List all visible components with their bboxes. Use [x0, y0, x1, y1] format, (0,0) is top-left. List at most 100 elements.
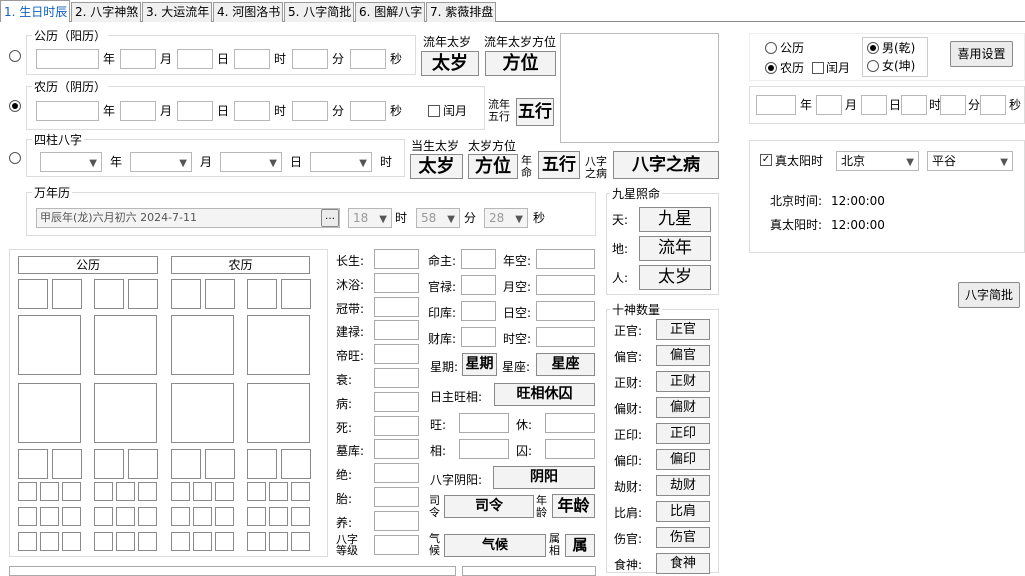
changsheng-label: 养:	[336, 515, 353, 530]
sizhu-hour-select[interactable]: ▼	[310, 152, 372, 172]
gregorian-day-input[interactable]	[177, 49, 213, 69]
lunar-hour-input[interactable]	[234, 101, 270, 121]
shishen-value[interactable]: 正财	[656, 371, 710, 392]
tab-tujie-bazi[interactable]: 6. 图解八字	[355, 2, 425, 22]
shishen-value[interactable]: 偏官	[656, 345, 710, 366]
wannianli-minute-value: 58	[421, 211, 437, 225]
bottom-mid-bar	[462, 566, 596, 576]
shishen-value[interactable]: 劫财	[656, 475, 710, 496]
liunian-taisui-button[interactable]: 太岁	[421, 51, 479, 76]
niankong-value	[536, 249, 595, 269]
right-nongli-radio[interactable]	[765, 62, 777, 74]
right-year-input[interactable]	[756, 95, 796, 115]
bazi-bing-button[interactable]: 八字之病	[613, 151, 719, 179]
wangxiang-value[interactable]: 旺相休囚	[494, 383, 595, 406]
gregorian-minute-input[interactable]	[292, 49, 328, 69]
gregorian-month-input[interactable]	[120, 49, 156, 69]
hidden-stem-cell	[94, 507, 113, 526]
shuxiang-value[interactable]: 属	[565, 534, 595, 557]
district-select[interactable]: 平谷 ▼	[927, 151, 1013, 171]
month-label: 月	[160, 104, 173, 118]
leap-month-checkbox[interactable]	[428, 105, 440, 117]
sizhu-day-select[interactable]: ▼	[220, 152, 282, 172]
gregorian-second-input[interactable]	[350, 49, 386, 69]
wannianli-second-select[interactable]: 28 ▼	[484, 208, 528, 228]
shishen-value[interactable]: 正印	[656, 423, 710, 444]
pillar-small-cell	[18, 449, 48, 479]
year-label: 年	[110, 155, 123, 169]
year-label: 年	[103, 52, 116, 66]
gregorian-year-input[interactable]	[36, 49, 99, 69]
shishen-value[interactable]: 伤官	[656, 527, 710, 548]
female-radio[interactable]	[867, 60, 879, 72]
age-value[interactable]: 年龄	[552, 494, 595, 518]
lunar-minute-input[interactable]	[292, 101, 328, 121]
tab-bazi-jianpi[interactable]: 5. 八字简批	[284, 2, 354, 22]
lunar-year-input[interactable]	[36, 101, 99, 121]
wannianli-date-input[interactable]: 甲辰年(龙)六月初六 2024-7-11	[36, 208, 340, 228]
yinyang-label: 八字阴阳:	[430, 473, 483, 487]
shishen-value[interactable]: 偏财	[656, 397, 710, 418]
xingqi-value[interactable]: 星期	[462, 353, 497, 376]
liunian-wuxing-button[interactable]: 五行	[516, 98, 554, 126]
city-select[interactable]: 北京 ▼	[836, 151, 919, 171]
dangsheng-taisui-button[interactable]: 太岁	[410, 154, 463, 179]
wannianli-date-picker-button[interactable]: …	[321, 209, 339, 227]
changsheng-value	[374, 487, 419, 507]
male-label: 男(乾)	[882, 41, 916, 55]
year-label: 年	[800, 98, 813, 112]
nianming-wuxing-button[interactable]: 五行	[538, 151, 580, 179]
tab-birth-time[interactable]: 1. 生日时辰	[0, 0, 70, 22]
right-gongli-radio[interactable]	[765, 42, 777, 54]
jiuxing-tian-value[interactable]: 九星	[639, 207, 711, 232]
changsheng-label: 帝旺:	[336, 349, 365, 364]
right-month-input[interactable]	[816, 95, 842, 115]
changsheng-value	[374, 368, 419, 388]
right-minute-input[interactable]	[940, 95, 966, 115]
rikong-value	[536, 301, 595, 321]
lunar-month-input[interactable]	[120, 101, 156, 121]
siling-value[interactable]: 司令	[444, 495, 534, 518]
lunar-radio[interactable]	[9, 100, 21, 112]
tab-hetu-luoshu[interactable]: 4. 河图洛书	[213, 2, 283, 22]
sizhu-month-select[interactable]: ▼	[130, 152, 192, 172]
jiuxing-ren-value[interactable]: 太岁	[639, 265, 711, 290]
info-panel	[560, 33, 719, 143]
lunar-second-input[interactable]	[350, 101, 386, 121]
hidden-stem-cell	[247, 532, 266, 551]
right-day-input[interactable]	[861, 95, 887, 115]
shishen-value[interactable]: 比肩	[656, 501, 710, 522]
preferences-button[interactable]: 喜用设置	[950, 41, 1013, 67]
qihou-value[interactable]: 气候	[444, 534, 546, 557]
jiuxing-di-value[interactable]: 流年	[639, 236, 711, 261]
sizhu-radio[interactable]	[9, 152, 21, 164]
wannianli-minute-select[interactable]: 58 ▼	[416, 208, 460, 228]
solar-time-checkbox[interactable]: ✓	[760, 154, 772, 166]
xiu-label: 休:	[516, 418, 533, 432]
right-second-input[interactable]	[980, 95, 1006, 115]
liunian-fangwei-button[interactable]: 方位	[485, 51, 556, 76]
sizhu-year-select[interactable]: ▼	[40, 152, 102, 172]
shishen-value[interactable]: 偏印	[656, 449, 710, 470]
right-leap-label: 闰月	[826, 61, 851, 75]
shishen-label: 正财:	[614, 376, 643, 390]
changsheng-label: 绝:	[336, 468, 353, 483]
lunar-day-input[interactable]	[177, 101, 213, 121]
shishen-value[interactable]: 食神	[656, 553, 710, 574]
tab-bazi-shensha[interactable]: 2. 八字神煞	[71, 2, 141, 22]
yinyang-value[interactable]: 阴阳	[493, 466, 595, 489]
tab-ziwei-paipan[interactable]: 7. 紫薇排盘	[426, 2, 496, 22]
right-hour-input[interactable]	[901, 95, 927, 115]
xingzuo-value[interactable]: 星座	[536, 353, 595, 376]
tab-dayun-liunian[interactable]: 3. 大运流年	[142, 2, 212, 22]
gregorian-hour-input[interactable]	[234, 49, 270, 69]
gregorian-radio[interactable]	[9, 50, 21, 62]
male-radio[interactable]	[867, 42, 879, 54]
xingzuo-label: 星座:	[502, 360, 531, 374]
dangsheng-taisui-label: 当生太岁	[411, 139, 460, 153]
bazi-jianpi-button[interactable]: 八字简批	[958, 282, 1020, 308]
shishen-value[interactable]: 正官	[656, 319, 710, 340]
dangsheng-fangwei-button[interactable]: 方位	[468, 154, 518, 179]
right-leap-checkbox[interactable]	[812, 62, 824, 74]
wannianli-hour-select[interactable]: 18 ▼	[348, 208, 392, 228]
